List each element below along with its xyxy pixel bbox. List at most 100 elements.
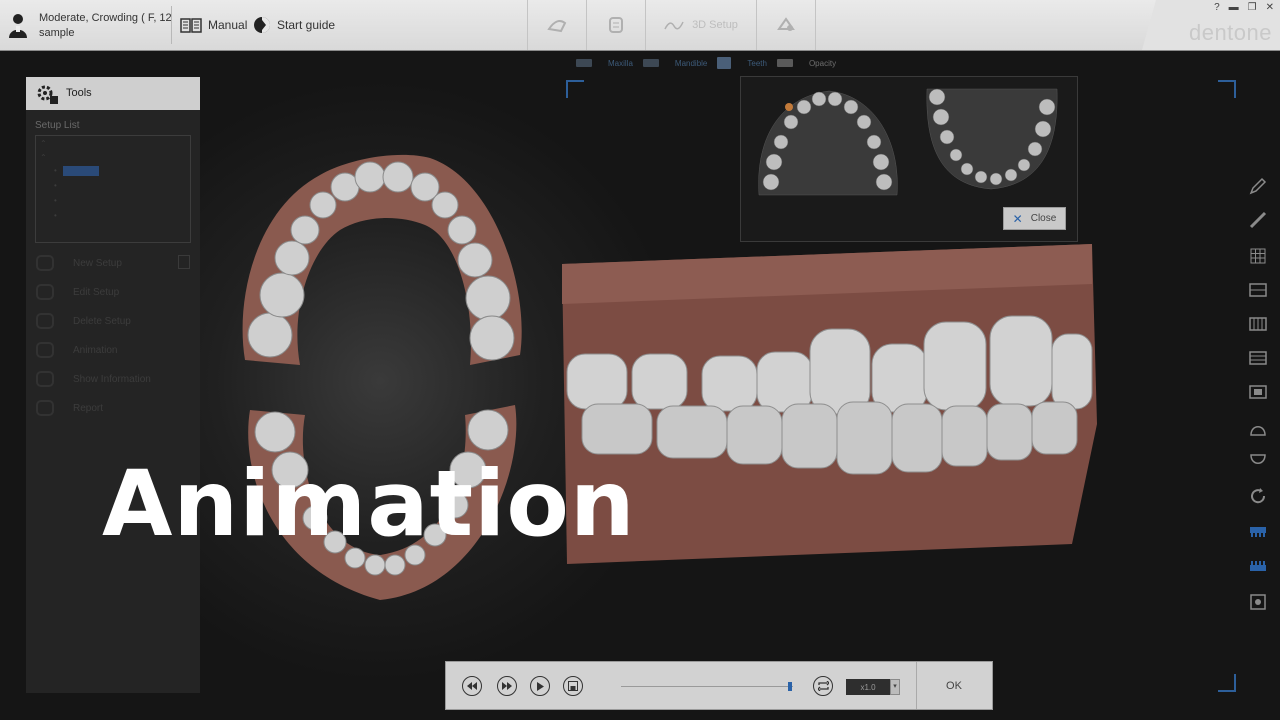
repeat-icon xyxy=(817,681,829,691)
teeth-icon xyxy=(717,57,732,69)
timeline-thumb[interactable] xyxy=(788,682,792,691)
view-top-icon[interactable] xyxy=(1248,418,1268,438)
3d-dental-model[interactable] xyxy=(562,244,1097,564)
divider xyxy=(916,662,917,709)
step-3d-setup-label: 3D Setup xyxy=(692,19,738,31)
patient-name: Moderate, Crowding ( F, 12 xyxy=(39,12,172,24)
mandible-icon xyxy=(642,59,659,67)
upper-arch xyxy=(242,154,522,365)
view-bottom-icon[interactable] xyxy=(1248,452,1268,472)
play-button[interactable] xyxy=(530,676,550,696)
tools-title: Tools xyxy=(66,87,92,99)
maxilla-toggle[interactable]: Maxilla xyxy=(576,59,633,68)
maxilla-icon xyxy=(576,59,592,67)
new-setup-count-box xyxy=(178,255,190,269)
speed-dropdown-icon[interactable]: ▾ xyxy=(890,679,900,695)
fast-forward-button[interactable] xyxy=(497,676,517,696)
lower-jaw-toggle-icon[interactable] xyxy=(1248,556,1268,576)
view-back-icon[interactable] xyxy=(1248,314,1268,334)
new-setup-button[interactable]: New Setup xyxy=(36,255,122,271)
step-align[interactable] xyxy=(527,0,586,50)
show-information-button[interactable]: Show Information xyxy=(36,371,151,387)
manual-label: Manual xyxy=(208,18,248,32)
close-icon: ✕ xyxy=(1012,211,1023,226)
play-icon xyxy=(537,681,544,691)
speed-select[interactable]: x1.0 xyxy=(846,679,890,695)
setup-list-label: Setup List xyxy=(35,120,80,131)
save-icon xyxy=(568,681,578,691)
list-bullet-icon: • xyxy=(54,196,57,205)
setup-list-expand-icon[interactable]: ⌃ xyxy=(40,139,47,148)
save-button[interactable] xyxy=(563,676,583,696)
animation-button[interactable]: Animation xyxy=(36,342,117,358)
workflow-steps: 3D Setup xyxy=(527,0,816,50)
minimap-panel: ✕ Close xyxy=(740,76,1078,242)
grid-icon[interactable] xyxy=(1248,246,1268,266)
tools-header[interactable]: Tools xyxy=(26,77,200,110)
top-bar: Moderate, Crowding ( F, 12 sample Manual… xyxy=(0,0,1280,51)
rewind-icon xyxy=(467,682,477,690)
edit-setup-button[interactable]: Edit Setup xyxy=(36,284,119,300)
delete-setup-button[interactable]: Delete Setup xyxy=(36,313,131,329)
minimap-close-button[interactable]: ✕ Close xyxy=(1003,207,1066,230)
rotate-icon[interactable] xyxy=(1248,486,1268,506)
align-icon xyxy=(547,20,567,33)
setup-list[interactable]: ⌃ ⌃ • • • • xyxy=(35,135,191,243)
mandible-toggle[interactable]: Mandible xyxy=(642,58,708,68)
view-left-icon[interactable] xyxy=(1248,348,1268,368)
window-controls: ? ▬ ❐ ✕ xyxy=(1214,2,1274,13)
gear-icon xyxy=(37,85,58,104)
list-bullet-icon: • xyxy=(54,166,57,175)
rewind-button[interactable] xyxy=(462,676,482,696)
list-bullet-icon: • xyxy=(54,211,57,220)
maxilla-label: Maxilla xyxy=(608,58,633,68)
ok-button[interactable]: OK xyxy=(924,662,984,709)
report-label: Report xyxy=(73,402,104,414)
mandible-label: Mandible xyxy=(674,58,708,68)
close-window-icon[interactable]: ✕ xyxy=(1266,2,1274,13)
patient-case-type: sample xyxy=(39,27,75,39)
repeat-button[interactable] xyxy=(813,676,833,696)
segmentation-icon xyxy=(609,17,623,33)
restore-icon[interactable]: ❐ xyxy=(1248,2,1257,13)
report-icon xyxy=(36,400,54,416)
animation-playback-bar: x1.0 ▾ OK xyxy=(445,661,993,710)
3d-setup-icon xyxy=(664,21,684,30)
setup-list-collapse-icon[interactable]: ⌃ xyxy=(40,153,47,162)
teeth-toggle[interactable]: Teeth xyxy=(717,57,767,69)
opacity-control[interactable]: Opacity xyxy=(776,59,836,68)
help-icon[interactable]: ? xyxy=(1214,2,1220,13)
animation-timeline[interactable] xyxy=(621,686,793,687)
capture-icon[interactable] xyxy=(1248,592,1268,612)
minimize-icon[interactable]: ▬ xyxy=(1229,2,1239,13)
delete-setup-label: Delete Setup xyxy=(73,315,131,327)
setup-list-selected-item[interactable] xyxy=(63,166,99,176)
patient-info[interactable]: Moderate, Crowding ( F, 12 sample xyxy=(8,8,172,44)
list-bullet-icon: • xyxy=(54,181,57,190)
upper-jaw-toggle-icon[interactable] xyxy=(1248,522,1268,542)
step-3d-setup[interactable]: 3D Setup xyxy=(645,0,756,50)
view-front-icon[interactable] xyxy=(1248,280,1268,300)
guide-icon xyxy=(254,17,270,33)
video-title-overlay: Animation xyxy=(102,452,636,557)
divider xyxy=(171,6,172,44)
info-icon xyxy=(36,371,54,387)
delete-setup-icon xyxy=(36,313,54,329)
view-right-icon[interactable] xyxy=(1248,382,1268,402)
pencil-icon[interactable] xyxy=(1248,176,1268,196)
edit-setup-label: Edit Setup xyxy=(73,286,120,298)
step-export[interactable] xyxy=(756,0,816,50)
viewport-corner-top-right xyxy=(1218,80,1236,98)
new-setup-icon xyxy=(36,255,54,271)
start-guide-button[interactable]: Start guide xyxy=(253,13,335,37)
new-setup-label: New Setup xyxy=(73,257,122,269)
patient-avatar-icon xyxy=(9,14,27,38)
ruler-icon[interactable] xyxy=(1248,210,1268,230)
report-button[interactable]: Report xyxy=(36,400,103,416)
view-toolbar: Maxilla Mandible Teeth Opacity xyxy=(576,56,836,70)
manual-button[interactable]: Manual xyxy=(180,13,247,37)
step-segmentation[interactable] xyxy=(586,0,645,50)
edit-setup-icon xyxy=(36,284,54,300)
viewport-corner-bottom-right xyxy=(1218,674,1236,692)
show-information-label: Show Information xyxy=(73,373,151,385)
